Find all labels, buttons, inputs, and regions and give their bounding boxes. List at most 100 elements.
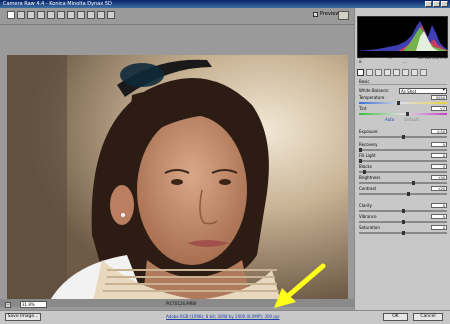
- slider-handle[interactable]: [406, 112, 409, 116]
- zoom-icon[interactable]: [7, 11, 15, 19]
- slider-track[interactable]: [359, 182, 447, 184]
- tab-hsl-icon[interactable]: [384, 68, 391, 76]
- slider-handle[interactable]: [397, 101, 400, 105]
- slider-blacks: Blacks 5: [359, 164, 447, 175]
- slider-value-field[interactable]: +50: [431, 175, 447, 180]
- window-controls: [425, 1, 448, 7]
- tab-detail-icon[interactable]: [375, 68, 382, 76]
- toolbar: ✓ Preview: [0, 8, 354, 25]
- file-name: PICT0126.MRW: [166, 301, 197, 306]
- zoom-out-button[interactable]: -: [5, 302, 11, 308]
- rgb-readout: R: --- f/4 1/250 s G: --- ISO 100 200 mm B: ---: [359, 52, 447, 64]
- slider-track[interactable]: [359, 160, 447, 162]
- slider-handle[interactable]: [402, 220, 405, 224]
- preferences-icon[interactable]: [87, 11, 95, 19]
- white-balance-label: White Balance:: [359, 88, 390, 93]
- white-balance-row: White Balance: As Shot: [359, 87, 447, 94]
- tab-lens-corrections-icon[interactable]: [402, 68, 409, 76]
- slider-clarity: Clarity 0: [359, 203, 447, 214]
- slider-value-field[interactable]: 5: [431, 164, 447, 169]
- workflow-options-link[interactable]: Adobe RGB (1998); 8 bit; 3008 by 2000 (6…: [166, 313, 280, 321]
- readout-left: B:: [359, 60, 363, 64]
- slider-label: Vibrance: [359, 214, 377, 219]
- slider-temperature: Temperature 5050: [359, 95, 447, 106]
- histogram-graph: [358, 21, 449, 51]
- slider-handle[interactable]: [402, 231, 405, 235]
- minimize-icon[interactable]: [425, 1, 432, 7]
- slider-handle[interactable]: [412, 181, 415, 185]
- retouch-icon[interactable]: [67, 11, 75, 19]
- readout-mid: ---: [393, 52, 398, 56]
- slider-handle[interactable]: [359, 159, 362, 163]
- slider-track[interactable]: [359, 171, 447, 173]
- readout-mid: ---: [388, 56, 393, 60]
- slider-label: Clarity: [359, 203, 373, 208]
- slider-value-field[interactable]: 0: [431, 142, 447, 147]
- slider-label: Temperature: [359, 95, 385, 100]
- slider-value-field[interactable]: +25: [431, 186, 447, 191]
- slider-value-field[interactable]: +7: [431, 106, 447, 111]
- zoom-level-select[interactable]: 31.8%: [20, 301, 47, 308]
- slider-label: Saturation: [359, 225, 380, 230]
- slider-value-field[interactable]: 0: [431, 203, 447, 208]
- slider-track[interactable]: [359, 193, 447, 195]
- slider-recovery: Recovery 0: [359, 142, 447, 153]
- slider-tint: Tint +7: [359, 106, 447, 117]
- straighten-icon[interactable]: [57, 11, 65, 19]
- tab-basic-icon[interactable]: [357, 68, 364, 76]
- window-titlebar: Camera Raw 4.4 - Konica Minolta Dynax 5D: [0, 0, 450, 8]
- slider-handle[interactable]: [402, 209, 405, 213]
- tab-camera-calibration-icon[interactable]: [411, 68, 418, 76]
- section-title: Basic: [359, 79, 447, 85]
- auto-link[interactable]: Auto: [385, 117, 394, 122]
- slider-handle[interactable]: [402, 135, 405, 139]
- ok-button[interactable]: OK: [383, 313, 408, 321]
- slider-label: Blacks: [359, 164, 372, 169]
- fullscreen-icon[interactable]: [338, 11, 349, 20]
- maximize-icon[interactable]: [433, 1, 440, 7]
- slider-vibrance: Vibrance 0: [359, 214, 447, 225]
- slider-value-field[interactable]: 0.00: [431, 129, 447, 134]
- slider-handle[interactable]: [407, 192, 410, 196]
- preview-label: Preview: [320, 11, 340, 17]
- slider-track[interactable]: [359, 113, 447, 115]
- tab-tone-curve-icon[interactable]: [366, 68, 373, 76]
- window-title: Camera Raw 4.4 - Konica Minolta Dynax 5D: [3, 1, 112, 7]
- slider-value-field[interactable]: 0: [431, 225, 447, 230]
- red-eye-icon[interactable]: [77, 11, 85, 19]
- white-balance-select[interactable]: As Shot: [399, 87, 447, 94]
- slider-label: Brightness: [359, 175, 381, 180]
- cancel-button[interactable]: Cancel: [413, 313, 443, 321]
- close-icon[interactable]: [441, 1, 448, 7]
- rotate-left-icon[interactable]: [97, 11, 105, 19]
- crop-icon[interactable]: [47, 11, 55, 19]
- color-sampler-icon[interactable]: [37, 11, 45, 19]
- slider-brightness: Brightness +50: [359, 175, 447, 186]
- slider-handle[interactable]: [359, 148, 362, 152]
- slider-exposure: Exposure 0.00: [359, 129, 447, 140]
- default-link[interactable]: Default: [404, 117, 419, 122]
- white-balance-icon[interactable]: [27, 11, 35, 19]
- slider-saturation: Saturation 0: [359, 225, 447, 236]
- yellow-arrow-annotation: [274, 263, 326, 308]
- slider-label: Tint: [359, 106, 367, 111]
- slider-contrast: Contrast +25: [359, 186, 447, 197]
- slider-track[interactable]: [359, 102, 447, 104]
- adjustments-panel: R: --- f/4 1/250 s G: --- ISO 100 200 mm B: ---…: [354, 8, 450, 310]
- slider-fill-light: Fill Light 0: [359, 153, 447, 164]
- tab-split-toning-icon[interactable]: [393, 68, 400, 76]
- hand-icon[interactable]: [17, 11, 25, 19]
- slider-value-field[interactable]: 5050: [431, 95, 447, 100]
- preview-checkbox[interactable]: ✓: [313, 11, 318, 17]
- save-image-button[interactable]: Save Image...: [5, 313, 41, 321]
- preview-toggle[interactable]: ✓ Preview: [313, 11, 339, 17]
- auto-default-row: Auto Default: [385, 117, 419, 122]
- slider-label: Exposure: [359, 129, 378, 134]
- slider-value-field[interactable]: 0: [431, 214, 447, 219]
- slider-handle[interactable]: [363, 170, 366, 174]
- readout-mid: ---: [402, 60, 407, 64]
- rotate-right-icon[interactable]: [107, 11, 115, 19]
- slider-value-field[interactable]: 0: [431, 153, 447, 158]
- tab-presets-icon[interactable]: [420, 68, 427, 76]
- slider-track[interactable]: [359, 149, 447, 151]
